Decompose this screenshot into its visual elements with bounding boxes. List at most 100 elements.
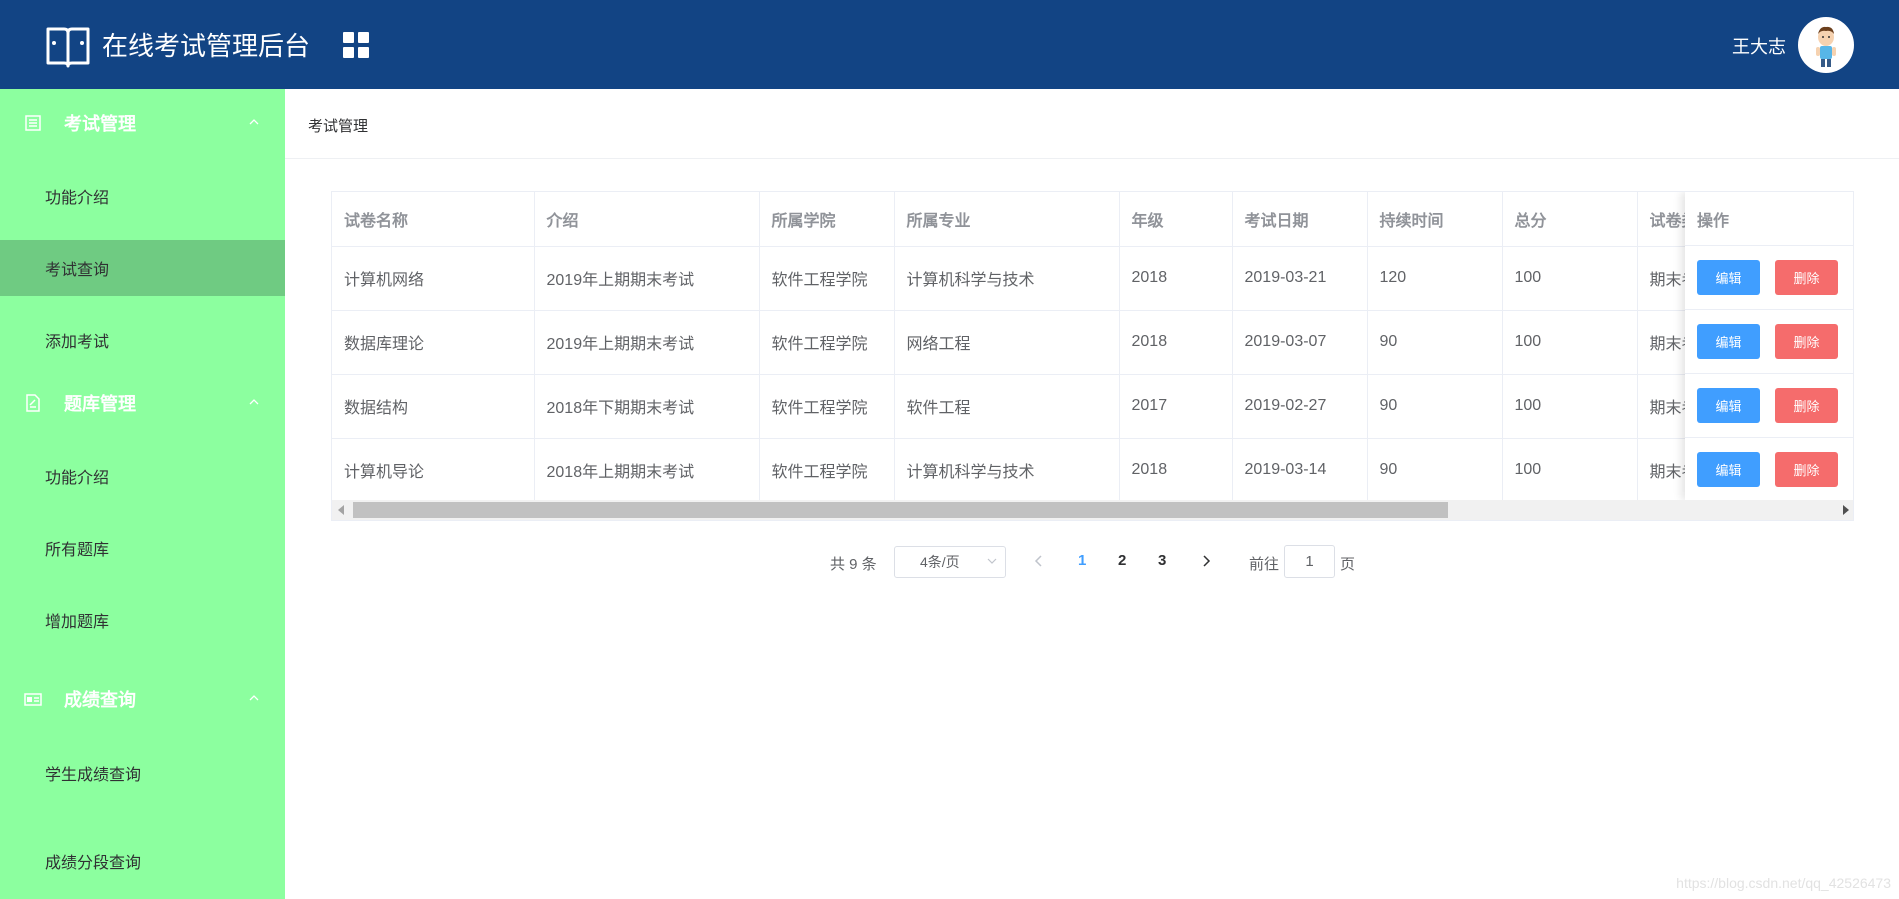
table-cell: 100: [1502, 374, 1638, 439]
delete-button[interactable]: 删除: [1775, 452, 1838, 487]
goto-label: 前往: [1249, 556, 1280, 573]
table-cell: 2019-03-21: [1232, 246, 1368, 311]
table-row: 计算机导论 2018年上期期末考试 软件工程学院 计算机科学与技术 2018 2…: [332, 438, 1758, 500]
chevron-down-icon: [987, 558, 997, 564]
table-cell: 软件工程学院: [759, 374, 895, 439]
horizontal-scrollbar[interactable]: [332, 500, 1853, 520]
page-number-1[interactable]: 1: [1078, 552, 1086, 569]
column-header[interactable]: 所属学院: [759, 192, 895, 247]
avatar[interactable]: [1798, 17, 1854, 73]
column-header[interactable]: 试卷名称: [332, 192, 535, 247]
sidebar-group-score-query[interactable]: 成绩查询: [0, 669, 285, 729]
chevron-up-icon: [249, 399, 259, 405]
page-number-2[interactable]: 2: [1118, 552, 1126, 569]
document-list-icon: [25, 115, 41, 131]
column-header[interactable]: 介绍: [534, 192, 760, 247]
sidebar-group-label: 成绩查询: [64, 690, 136, 710]
edit-button[interactable]: 编辑: [1697, 324, 1760, 359]
table-cell: 100: [1502, 438, 1638, 500]
column-header[interactable]: 考试日期: [1232, 192, 1368, 247]
top-header: 在线考试管理后台 王大志: [0, 0, 1899, 89]
breadcrumb[interactable]: 考试管理: [308, 115, 368, 136]
table-cell: 计算机科学与技术: [894, 438, 1120, 500]
table-cell: 2018: [1119, 310, 1233, 375]
sidebar-item-exam-intro[interactable]: 功能介绍: [0, 168, 285, 224]
table-cell: 2018: [1119, 246, 1233, 311]
delete-button[interactable]: 删除: [1775, 388, 1838, 423]
action-cell: 编辑 删除: [1685, 246, 1853, 310]
scroll-right-arrow-icon[interactable]: [1843, 505, 1849, 515]
total-count: 共 9 条: [830, 556, 877, 573]
sidebar-item-bank-intro[interactable]: 功能介绍: [0, 448, 285, 504]
table-cell: 100: [1502, 246, 1638, 311]
app-title: 在线考试管理后台: [102, 31, 311, 61]
table-cell: 软件工程学院: [759, 310, 895, 375]
sidebar-item-add-exam[interactable]: 添加考试: [0, 312, 285, 368]
edit-button[interactable]: 编辑: [1697, 260, 1760, 295]
delete-button[interactable]: 删除: [1775, 324, 1838, 359]
goto-page-input[interactable]: [1284, 545, 1335, 578]
scroll-left-arrow-icon[interactable]: [338, 505, 344, 515]
table-cell: 2019-03-07: [1232, 310, 1368, 375]
book-logo-icon: [46, 27, 90, 67]
table-cell: 2019年上期期末考试: [534, 246, 760, 311]
table-cell: 数据库理论: [332, 310, 535, 375]
action-cell: 编辑 删除: [1685, 310, 1853, 374]
action-cell: 编辑 删除: [1685, 438, 1853, 500]
table-cell: 120: [1367, 246, 1503, 311]
table-cell: 90: [1367, 310, 1503, 375]
table-cell: 2018年下期期末考试: [534, 374, 760, 439]
table-cell: 100: [1502, 310, 1638, 375]
delete-button[interactable]: 删除: [1775, 260, 1838, 295]
page-size-value: 4条/页: [920, 554, 960, 570]
table-cell: 2018年上期期末考试: [534, 438, 760, 500]
id-card-icon: [24, 693, 42, 706]
column-header[interactable]: 所属专业: [894, 192, 1120, 247]
table-cell: 计算机导论: [332, 438, 535, 500]
table-header-row: 试卷名称 介绍 所属学院 所属专业 年级 考试日期 持续时间 总分 试卷类: [332, 192, 1758, 247]
sidebar-item-student-scores[interactable]: 学生成绩查询: [0, 745, 285, 801]
action-column-header: 操作: [1685, 192, 1853, 246]
table-cell: 90: [1367, 438, 1503, 500]
prev-page-icon[interactable]: [1032, 554, 1046, 568]
sidebar-group-exam-management[interactable]: 考试管理: [0, 93, 285, 153]
table-cell: 2017: [1119, 374, 1233, 439]
sidebar-item-score-segments[interactable]: 成绩分段查询: [0, 833, 285, 889]
table-cell: 数据结构: [332, 374, 535, 439]
page-number-3[interactable]: 3: [1158, 552, 1166, 569]
file-edit-icon: [26, 394, 40, 412]
table-cell: 软件工程: [894, 374, 1120, 439]
sidebar: 考试管理 功能介绍 考试查询 添加考试 题库管理 功能介绍 所有题库 增加题库 …: [0, 89, 285, 899]
scrollbar-thumb[interactable]: [353, 502, 1448, 518]
breadcrumb-bar: 考试管理: [285, 89, 1899, 159]
apps-grid-icon[interactable]: [343, 32, 369, 58]
next-page-icon[interactable]: [1199, 554, 1213, 568]
table-cell: 2018: [1119, 438, 1233, 500]
edit-button[interactable]: 编辑: [1697, 452, 1760, 487]
logo-area: 在线考试管理后台: [0, 0, 320, 89]
table-cell: 软件工程学院: [759, 246, 895, 311]
chevron-up-icon: [249, 695, 259, 701]
table-cell: 2019年上期期末考试: [534, 310, 760, 375]
fixed-action-column: 操作 编辑 删除 编辑 删除 编辑 删除 编辑 删除: [1685, 192, 1853, 500]
table-cell: 2019-02-27: [1232, 374, 1368, 439]
column-header[interactable]: 年级: [1119, 192, 1233, 247]
user-name[interactable]: 王大志: [1732, 33, 1786, 59]
column-header[interactable]: 总分: [1502, 192, 1638, 247]
page-size-select[interactable]: 4条/页: [894, 546, 1006, 578]
column-header[interactable]: 持续时间: [1367, 192, 1503, 247]
exam-table: 试卷名称 介绍 所属学院 所属专业 年级 考试日期 持续时间 总分 试卷类 计算…: [331, 191, 1854, 521]
sidebar-item-add-bank[interactable]: 增加题库: [0, 592, 285, 648]
table-cell: 计算机网络: [332, 246, 535, 311]
pagination: 共 9 条 4条/页 1 2 3 前往 页: [0, 545, 1899, 579]
action-cell: 编辑 删除: [1685, 374, 1853, 438]
sidebar-group-question-bank[interactable]: 题库管理: [0, 373, 285, 433]
cartoon-boy-avatar-icon: [1816, 26, 1836, 67]
table-row: 数据库理论 2019年上期期末考试 软件工程学院 网络工程 2018 2019-…: [332, 310, 1758, 375]
table-body-scroll: 试卷名称 介绍 所属学院 所属专业 年级 考试日期 持续时间 总分 试卷类 计算…: [332, 192, 1853, 500]
table-cell: 网络工程: [894, 310, 1120, 375]
table-cell: 软件工程学院: [759, 438, 895, 500]
edit-button[interactable]: 编辑: [1697, 388, 1760, 423]
sidebar-item-exam-query[interactable]: 考试查询: [0, 240, 285, 296]
table-row: 计算机网络 2019年上期期末考试 软件工程学院 计算机科学与技术 2018 2…: [332, 246, 1758, 311]
